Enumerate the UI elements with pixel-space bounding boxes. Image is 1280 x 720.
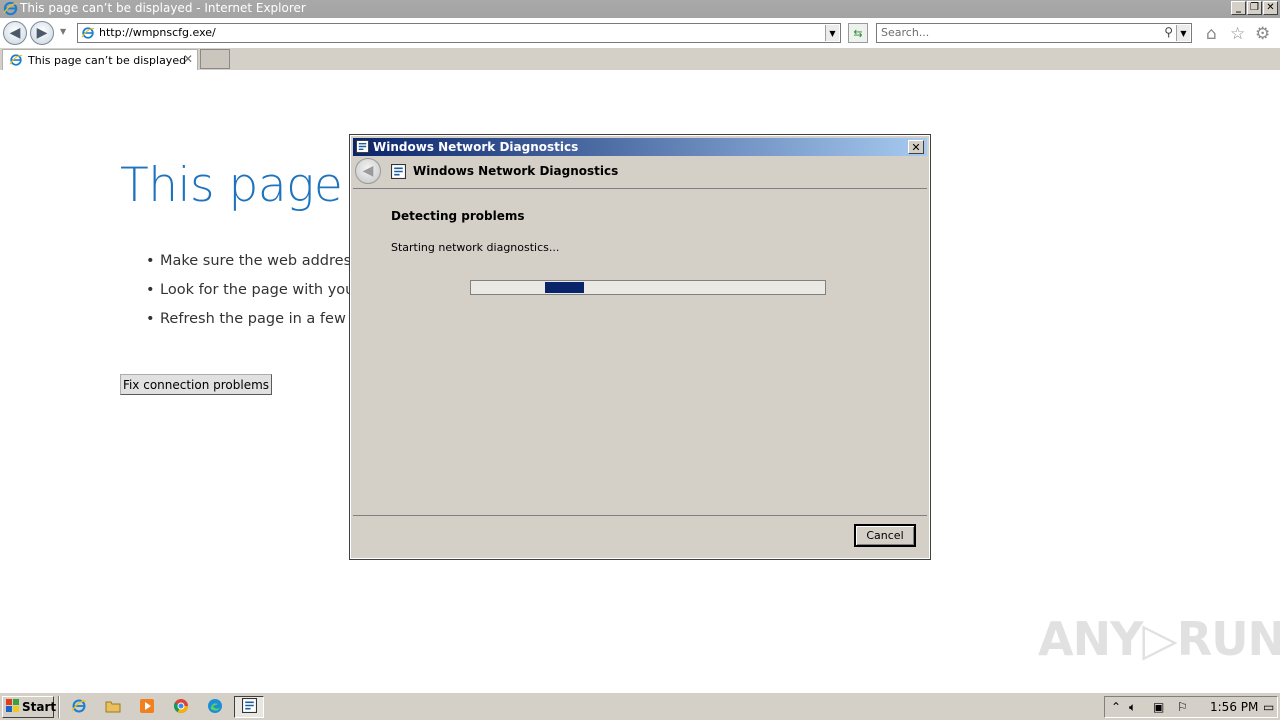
refresh-button[interactable]: ⇆ <box>848 23 868 43</box>
forward-arrow-icon: ▶ <box>36 25 48 41</box>
chrome-icon <box>173 698 189 717</box>
list-item: • Look for the page with your <box>146 282 361 298</box>
progress-chunk <box>545 282 584 293</box>
system-tray: ⌃ 🔈︎ ▣ ⚐ 1:56 PM ▭ <box>1104 696 1278 718</box>
back-arrow-icon: ◀ <box>9 25 21 41</box>
dialog-title-bar[interactable]: Windows Network Diagnostics ✕ <box>353 138 927 156</box>
dialog-header: Windows Network Diagnostics <box>413 164 619 178</box>
show-hidden-icons-icon[interactable]: ⌃ <box>1111 700 1121 714</box>
tab-label: This page can’t be displayed <box>28 54 187 67</box>
error-page-title: This page c <box>120 158 383 213</box>
action-center-flag-icon[interactable]: ⚐ <box>1177 700 1188 714</box>
fix-connection-problems-button[interactable]: Fix connection problems <box>120 374 272 395</box>
back-arrow-icon[interactable]: ◀ <box>355 158 381 184</box>
start-label: Start <box>22 700 57 714</box>
minimize-button[interactable]: _ <box>1231 1 1246 15</box>
network-diagnostics-dialog: Windows Network Diagnostics ✕ ◀ Windows … <box>349 134 931 560</box>
forward-button[interactable]: ▶ <box>30 21 54 45</box>
close-icon[interactable]: ✕ <box>908 140 924 154</box>
taskbar-chrome-button[interactable] <box>166 696 196 718</box>
list-item: • Make sure the web address h <box>146 253 373 269</box>
close-window-button[interactable]: ✕ <box>1263 1 1278 15</box>
recent-pages-dropdown[interactable]: ▼ <box>60 27 66 36</box>
taskbar-ie-button[interactable] <box>64 696 94 718</box>
taskbar-explorer-button[interactable] <box>98 696 128 718</box>
network-diagnostics-icon <box>391 164 406 182</box>
chevron-down-icon: ▼ <box>829 28 836 38</box>
internet-explorer-icon <box>81 26 95 43</box>
star-icon[interactable]: ☆ <box>1230 26 1245 43</box>
address-input[interactable]: http://wmpnscfg.exe/ <box>99 26 216 39</box>
window-title: This page can’t be displayed - Internet … <box>20 1 306 15</box>
taskbar-edge-button[interactable] <box>200 696 230 718</box>
home-icon[interactable]: ⌂ <box>1206 26 1217 43</box>
error-suggestions-list: • Make sure the web address h • Look for t… <box>146 253 373 340</box>
chevron-down-icon: ▼ <box>1180 28 1187 38</box>
back-button[interactable]: ◀ <box>3 21 27 45</box>
progress-bar <box>470 280 826 295</box>
close-tab-icon[interactable]: ✕ <box>183 52 193 66</box>
dialog-body: Detecting problems Starting network diag… <box>353 188 927 516</box>
windows-logo-icon <box>6 699 20 715</box>
gear-icon[interactable]: ⚙ <box>1255 26 1270 43</box>
search-input[interactable]: Search... <box>881 26 929 39</box>
search-dropdown-button[interactable]: ▼ <box>1176 25 1190 41</box>
folder-icon <box>105 699 121 716</box>
ie-app-icon <box>3 1 18 19</box>
navigation-bar: ◀ ▶ ▼ http://wmpnscfg.exe/ ▼ ⇆ Search...… <box>0 18 1280 48</box>
network-diagnostics-icon <box>356 140 369 156</box>
magnifier-icon[interactable]: ⚲ <box>1164 25 1173 39</box>
volume-icon[interactable]: 🔈︎ <box>1129 700 1136 715</box>
list-item: • Refresh the page in a few mi <box>146 311 369 327</box>
network-icon[interactable]: ▣ <box>1153 700 1164 714</box>
watermark-logo: ANY▷RUN <box>1038 612 1280 666</box>
media-player-icon <box>139 698 155 717</box>
start-button[interactable]: Start <box>2 696 57 718</box>
internet-explorer-icon <box>9 53 23 70</box>
taskbar-diagnostics-button[interactable] <box>234 696 264 718</box>
taskbar-media-player-button[interactable] <box>132 696 162 718</box>
dialog-status-text: Starting network diagnostics... <box>391 241 560 254</box>
internet-explorer-icon <box>71 698 87 717</box>
search-box[interactable]: Search... ⚲ ▼ <box>876 23 1192 43</box>
dialog-title: Windows Network Diagnostics <box>373 140 579 154</box>
taskbar: Start ⌃ 🔈︎ ▣ ⚐ 1:56 PM ▭ <box>0 692 1280 720</box>
tab-strip: This page can’t be displayed ✕ <box>0 48 1280 70</box>
network-diagnostics-icon <box>241 698 257 716</box>
new-tab-button[interactable] <box>200 49 230 69</box>
address-dropdown-button[interactable]: ▼ <box>825 25 839 41</box>
window-title-bar[interactable]: This page can’t be displayed - Internet … <box>0 0 1280 18</box>
tab-this-page[interactable]: This page can’t be displayed ✕ <box>2 49 198 70</box>
cancel-button[interactable]: Cancel <box>854 524 916 547</box>
dialog-subtitle: Detecting problems <box>391 209 525 223</box>
show-desktop-icon[interactable]: ▭ <box>1263 700 1274 714</box>
restore-button[interactable]: ❐ <box>1247 1 1262 15</box>
taskbar-separator <box>58 696 60 718</box>
refresh-icon: ⇆ <box>853 26 863 40</box>
clock[interactable]: 1:56 PM <box>1210 700 1258 714</box>
edge-icon <box>207 698 223 717</box>
address-bar[interactable]: http://wmpnscfg.exe/ ▼ <box>77 23 841 43</box>
